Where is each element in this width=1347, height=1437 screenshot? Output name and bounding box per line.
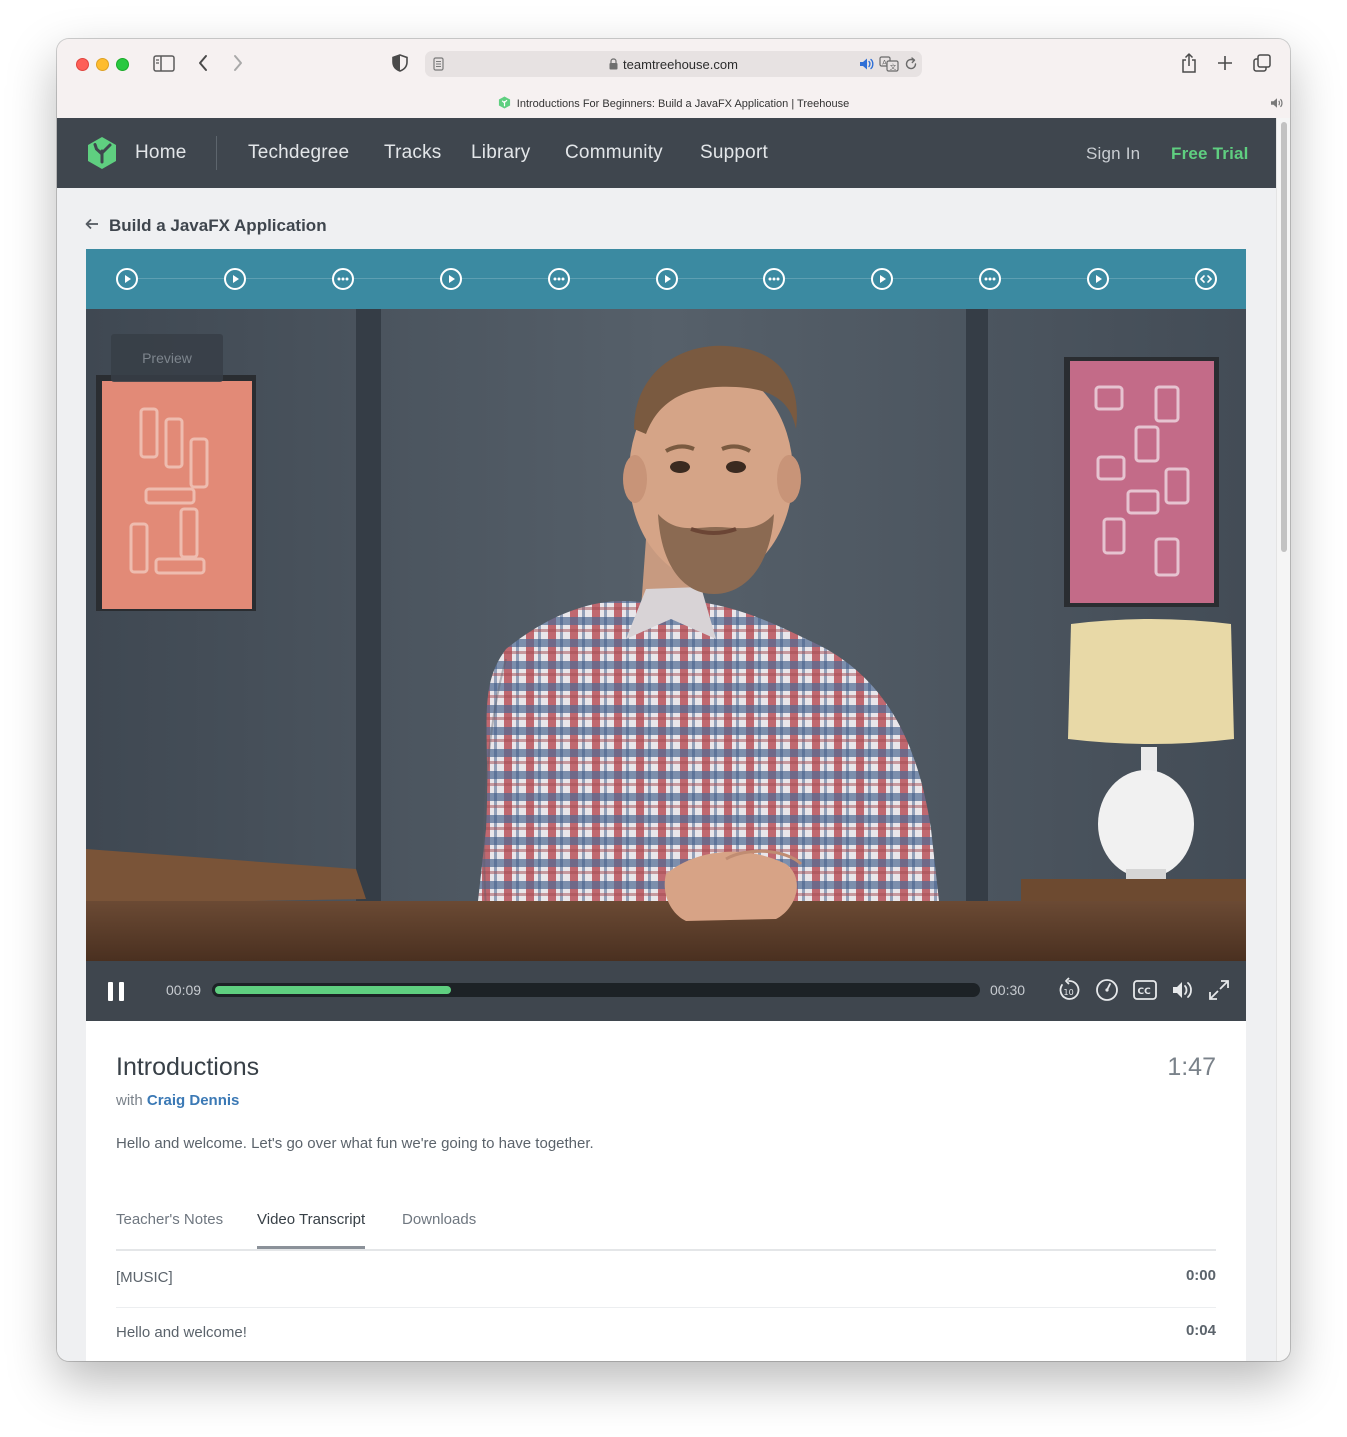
free-trial-link[interactable]: Free Trial [1171,144,1249,164]
end-time: 00:30 [990,982,1026,998]
transcript-row[interactable]: [MUSIC] 0:00 [116,1253,1216,1308]
nav-divider [216,136,217,170]
tab-downloads[interactable]: Downloads [402,1211,476,1249]
lesson-details: Introductions 1:47 with Craig Dennis Hel… [86,1021,1246,1361]
step-video-icon[interactable] [656,268,678,290]
lesson-description: Hello and welcome. Let's go over what fu… [116,1135,594,1152]
nav-techdegree-link[interactable]: Techdegree [248,142,349,164]
byline-with-label: with [116,1092,143,1109]
volume-icon[interactable] [1170,977,1196,1003]
pause-bar-icon [119,982,124,1001]
video-still-image [86,309,1246,961]
treehouse-favicon-icon [498,96,510,109]
lock-icon [609,58,618,73]
lesson-byline: with Craig Dennis [116,1092,239,1109]
pause-bar-icon [108,982,113,1001]
course-breadcrumb[interactable]: Build a JavaFX Application [85,216,327,236]
preview-button[interactable]: Preview [111,334,223,382]
step-video-icon[interactable] [116,268,138,290]
transcript-timestamp[interactable]: 0:04 [1186,1322,1216,1339]
transcript-timestamp[interactable]: 0:00 [1186,1267,1216,1284]
sign-in-link[interactable]: Sign In [1086,144,1140,164]
tabs-overview-icon[interactable] [1253,54,1271,72]
page-scrollbar[interactable] [1276,118,1290,1361]
nav-support-link[interactable]: Support [700,142,768,164]
close-window-button[interactable] [76,58,89,71]
tab-audio-icon[interactable] [1270,97,1284,109]
transcript-row[interactable]: Hello and welcome! 0:04 [116,1308,1216,1361]
browser-window: teamtreehouse.com A文 Introductions For B… [57,39,1290,1361]
reload-icon[interactable] [904,57,918,71]
pause-button[interactable] [108,982,124,1001]
author-link[interactable]: Craig Dennis [147,1092,240,1109]
site-navbar: Home Techdegree Tracks Library Community… [57,118,1276,188]
step-code-challenge-icon[interactable] [1195,268,1217,290]
nav-home-link[interactable]: Home [135,142,186,164]
browser-toolbar: teamtreehouse.com A文 Introductions For B… [57,39,1290,118]
nav-tracks-link[interactable]: Tracks [384,142,442,164]
course-step-bar [86,249,1246,309]
closed-captions-icon[interactable]: CC [1132,977,1158,1003]
minimize-window-button[interactable] [96,58,109,71]
step-quiz-icon[interactable] [763,268,785,290]
svg-text:10: 10 [1064,988,1074,997]
svg-text:A: A [882,58,887,66]
step-quiz-icon[interactable] [979,268,1001,290]
rewind-10-icon[interactable]: 10 [1056,977,1082,1003]
tab-video-transcript[interactable]: Video Transcript [257,1211,366,1249]
lesson-tabs: Teacher's Notes Video Transcript Downloa… [116,1197,1216,1251]
browser-tab[interactable]: Introductions For Beginners: Build a Jav… [57,96,1290,110]
speaker-icon[interactable] [859,57,875,71]
current-time: 00:09 [166,982,202,998]
svg-text:CC: CC [1138,987,1152,997]
back-arrow-icon [85,217,99,235]
share-icon[interactable] [1181,53,1197,73]
fullscreen-icon[interactable] [1206,977,1232,1003]
transcript-text: [MUSIC] [116,1269,173,1286]
shield-icon[interactable] [392,54,408,72]
treehouse-logo-icon[interactable] [85,136,119,170]
step-video-icon[interactable] [440,268,462,290]
video-frame[interactable]: Preview [86,309,1246,961]
step-video-icon[interactable] [871,268,893,290]
back-icon[interactable] [197,54,209,72]
url-label: teamtreehouse.com [623,57,738,72]
course-title: Build a JavaFX Application [109,216,327,235]
lesson-duration: 1:47 [1167,1053,1216,1081]
nav-community-link[interactable]: Community [565,142,663,164]
progress-fill [215,986,451,994]
tab-teachers-notes[interactable]: Teacher's Notes [116,1211,223,1249]
progress-bar[interactable] [212,983,980,997]
translate-icon[interactable]: A文 [879,56,899,72]
scrollbar-thumb[interactable] [1281,122,1287,552]
transcript-text: Hello and welcome! [116,1324,247,1341]
nav-library-link[interactable]: Library [471,142,530,164]
lesson-title: Introductions [116,1053,260,1081]
step-quiz-icon[interactable] [332,268,354,290]
step-video-icon[interactable] [1087,268,1109,290]
video-controls: 00:09 00:30 10 CC [86,961,1246,1021]
sidebar-icon[interactable] [153,55,175,72]
zoom-window-button[interactable] [116,58,129,71]
svg-text:文: 文 [890,62,897,71]
tab-title: Introductions For Beginners: Build a Jav… [516,98,850,110]
new-tab-icon[interactable] [1217,55,1233,71]
web-page: Home Techdegree Tracks Library Community… [57,118,1276,1361]
step-quiz-icon[interactable] [548,268,570,290]
forward-icon[interactable] [232,54,244,72]
address-bar[interactable]: teamtreehouse.com A文 [425,51,922,77]
step-video-icon[interactable] [224,268,246,290]
url-text: teamtreehouse.com [425,57,922,73]
playback-speed-icon[interactable] [1094,977,1120,1003]
